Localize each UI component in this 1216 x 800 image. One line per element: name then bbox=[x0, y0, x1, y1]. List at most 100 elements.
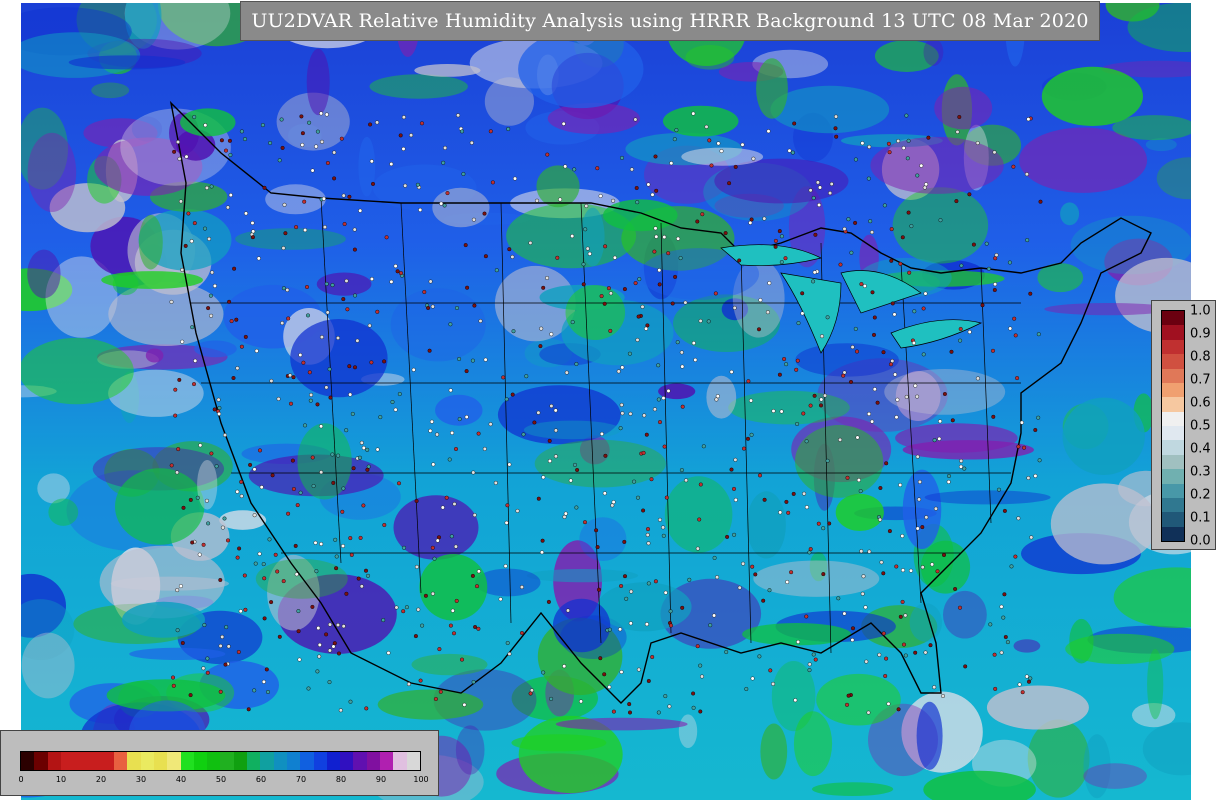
obs-station-dot bbox=[817, 202, 822, 207]
obs-station-dot bbox=[663, 694, 668, 699]
obs-station-dot bbox=[265, 690, 270, 695]
obs-station-dot bbox=[452, 502, 457, 507]
humidity-patch bbox=[1050, 483, 1158, 565]
obs-station-dot bbox=[540, 538, 545, 543]
obs-station-dot bbox=[646, 581, 651, 586]
obs-station-dot bbox=[815, 180, 820, 185]
obs-station-dot bbox=[337, 651, 342, 656]
obs-station-dot bbox=[257, 551, 262, 556]
obs-station-dot bbox=[729, 369, 734, 374]
obs-station-dot bbox=[779, 409, 784, 414]
obs-station-dot bbox=[583, 520, 588, 525]
rh-color-step bbox=[380, 752, 394, 770]
obs-station-dot bbox=[222, 433, 227, 438]
rh-color-step bbox=[406, 752, 420, 770]
obs-station-dot bbox=[282, 202, 287, 207]
obs-station-dot bbox=[901, 568, 906, 573]
obs-station-dot bbox=[654, 188, 659, 193]
humidity-patch bbox=[1013, 639, 1041, 653]
obs-station-dot bbox=[540, 550, 545, 555]
obs-station-dot bbox=[713, 291, 718, 296]
obs-station-dot bbox=[811, 195, 816, 200]
obs-station-dot bbox=[732, 532, 737, 537]
obs-station-dot bbox=[205, 670, 210, 675]
obs-station-dot bbox=[307, 370, 312, 375]
obs-station-dot bbox=[192, 114, 197, 119]
obs-station-dot bbox=[653, 154, 658, 159]
obs-station-dot bbox=[860, 591, 865, 596]
obs-station-dot bbox=[348, 699, 353, 704]
obs-station-dot bbox=[695, 219, 700, 224]
obs-station-dot bbox=[611, 709, 616, 714]
obs-station-dot bbox=[629, 589, 634, 594]
obs-station-dot bbox=[664, 495, 669, 500]
obs-station-dot bbox=[800, 291, 805, 296]
obs-station-dot bbox=[341, 624, 346, 629]
obs-station-dot bbox=[296, 609, 301, 614]
obs-station-dot bbox=[259, 485, 264, 490]
obs-station-dot bbox=[779, 234, 784, 239]
obs-station-dot bbox=[603, 453, 608, 458]
obs-station-dot bbox=[353, 365, 358, 370]
obs-station-dot bbox=[348, 392, 353, 397]
obs-station-dot bbox=[180, 339, 185, 344]
obs-station-dot bbox=[993, 282, 998, 287]
humidity-patch bbox=[455, 725, 485, 775]
obs-station-dot bbox=[186, 211, 191, 216]
humidity-patch bbox=[895, 423, 1018, 453]
obs-station-dot bbox=[328, 622, 333, 627]
obs-station-dot bbox=[536, 496, 541, 501]
obs-station-dot bbox=[294, 225, 299, 230]
obs-station-dot bbox=[768, 668, 773, 673]
obs-station-dot bbox=[228, 193, 233, 198]
obs-station-dot bbox=[483, 357, 488, 362]
obs-station-dot bbox=[353, 293, 358, 298]
obs-station-dot bbox=[214, 464, 219, 469]
obs-station-dot bbox=[930, 562, 935, 567]
humidity-patch bbox=[393, 495, 479, 560]
obs-station-dot bbox=[315, 129, 320, 134]
obs-station-dot bbox=[314, 144, 319, 149]
obs-station-dot bbox=[894, 415, 899, 420]
obs-station-dot bbox=[570, 320, 575, 325]
rh-color-step bbox=[87, 752, 101, 770]
obs-station-dot bbox=[635, 337, 640, 342]
obs-station-dot bbox=[189, 239, 194, 244]
obs-station-dot bbox=[928, 643, 933, 648]
obs-station-dot bbox=[324, 112, 329, 117]
obs-station-dot bbox=[357, 455, 362, 460]
obs-station-dot bbox=[319, 424, 324, 429]
obs-station-dot bbox=[879, 560, 884, 565]
obs-station-dot bbox=[633, 117, 638, 122]
obs-station-dot bbox=[608, 291, 613, 296]
obs-station-dot bbox=[687, 577, 692, 582]
obs-station-dot bbox=[611, 500, 616, 505]
obs-station-dot bbox=[227, 299, 232, 304]
obs-station-dot bbox=[673, 274, 678, 279]
obs-station-dot bbox=[327, 648, 332, 653]
obs-station-dot bbox=[250, 220, 255, 225]
obs-tick-label: 0.2 bbox=[1190, 487, 1211, 503]
obs-station-dot bbox=[175, 139, 180, 144]
obs-station-dot bbox=[663, 590, 668, 595]
obs-station-dot bbox=[395, 269, 400, 274]
obs-station-dot bbox=[765, 310, 770, 315]
obs-station-dot bbox=[846, 217, 851, 222]
obs-station-dot bbox=[252, 467, 257, 472]
obs-station-dot bbox=[649, 477, 654, 482]
obs-station-dot bbox=[382, 523, 387, 528]
humidity-patch bbox=[432, 187, 490, 228]
obs-station-dot bbox=[243, 607, 248, 612]
obs-station-dot bbox=[311, 484, 316, 489]
humidity-patch bbox=[746, 491, 786, 559]
obs-station-dot bbox=[724, 650, 729, 655]
humidity-patch bbox=[145, 348, 164, 363]
obs-station-dot bbox=[712, 613, 717, 618]
humidity-patch bbox=[129, 647, 226, 661]
obs-station-dot bbox=[820, 334, 825, 339]
rh-color-step bbox=[366, 752, 381, 770]
obs-station-dot bbox=[239, 494, 244, 499]
obs-station-dot bbox=[471, 470, 476, 475]
obs-station-dot bbox=[173, 413, 178, 418]
obs-station-dot bbox=[750, 676, 755, 681]
